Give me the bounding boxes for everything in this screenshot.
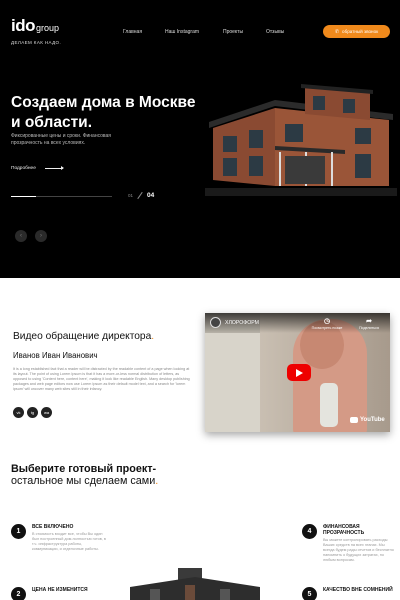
vk-icon[interactable]: vk [13, 407, 24, 418]
logo-main: ido [11, 16, 36, 35]
director-title: Видео обращение директора. [13, 331, 154, 342]
share-button[interactable]: ➦ Поделиться [349, 317, 389, 330]
whatsapp-icon[interactable]: wa [41, 407, 52, 418]
chevron-right-icon[interactable]: › [35, 230, 47, 242]
callback-label: обратный звонок [342, 29, 379, 34]
feature-title: КАЧЕСТВО ВНЕ СОМНЕНИЙ [323, 587, 393, 593]
slide-current: 01 [128, 193, 134, 198]
play-button[interactable] [287, 364, 311, 381]
nav-item-home[interactable]: Главная [123, 29, 142, 35]
director-title-dot: . [151, 331, 155, 342]
director-name: Иванов Иван Иванович [13, 351, 98, 360]
clock-icon: ◷ [323, 318, 331, 325]
logo-tagline: ДЕЛАЕМ КАК НАДО. [11, 40, 62, 45]
more-label: Подробнее [11, 166, 36, 171]
projects-subtitle-text: остальное мы сделаем сами [11, 475, 156, 487]
hero-title: Создаем дома в Москве и области. [11, 94, 196, 131]
feature-title: ВСЕ ВКЛЮЧЕНО [32, 524, 74, 530]
feature-item: 2 ЦЕНА НЕ ИЗМЕНИТСЯ [11, 587, 106, 600]
hero-house-image [205, 84, 397, 196]
counter-divider [137, 191, 143, 200]
feature-number: 5 [302, 587, 317, 600]
slide-counter: 01 04 [128, 191, 155, 200]
nav-item-reviews[interactable]: Отзывы [266, 29, 284, 35]
share-label: Поделиться [359, 326, 379, 330]
youtube-label: YouTube [360, 417, 385, 423]
youtube-icon [350, 417, 358, 423]
arrow-right-icon [44, 166, 64, 170]
director-title-text: Видео обращение директора [13, 331, 152, 342]
feature-text: Вы можете контролировать расходы Ваших с… [323, 538, 394, 562]
projects-title: Выберите готовый проект- [11, 463, 157, 475]
slide-progress-bar [11, 196, 112, 197]
video-bottle [320, 383, 338, 427]
feature-item: 4 ФИНАНСОВАЯ ПРОЗРАЧНОСТЬ Вы можете конт… [302, 524, 394, 563]
logo[interactable]: idogroup ДЕЛАЕМ КАК НАДО. [11, 16, 62, 45]
more-link[interactable]: Подробнее [11, 166, 64, 171]
chevron-left-icon[interactable]: ‹ [15, 230, 27, 242]
watch-later-button[interactable]: ◷ Посмотреть позже [307, 317, 347, 330]
feature-number: 1 [11, 524, 26, 539]
feature-title: ФИНАНСОВАЯ ПРОЗРАЧНОСТЬ [323, 524, 365, 536]
projects-subtitle: остальное мы сделаем сами. [11, 475, 158, 488]
feature-item: 5 КАЧЕСТВО ВНЕ СОМНЕНИЙ [302, 587, 394, 600]
project-house-image [130, 568, 260, 600]
projects-subtitle-dot: . [155, 475, 159, 487]
director-text: It is a long established fact that a rea… [13, 367, 190, 391]
feature-item: 1 ВСЕ ВКЛЮЧЕНО В стоимость входит все, ч… [11, 524, 106, 552]
callback-button[interactable]: ✆ обратный звонок [323, 25, 390, 38]
channel-name[interactable]: ХЛОРОФОРМ [225, 320, 259, 326]
nav-item-projects[interactable]: Проекты [223, 29, 243, 35]
youtube-logo[interactable]: YouTube [350, 417, 385, 423]
watch-later-label: Посмотреть позже [311, 326, 343, 330]
feature-number: 4 [302, 524, 317, 539]
social-links: vk tg wa [13, 407, 52, 418]
hero-section: idogroup ДЕЛАЕМ КАК НАДО. Главная Наш In… [0, 0, 400, 278]
slide-total: 04 [147, 192, 155, 199]
feature-number: 2 [11, 587, 26, 600]
phone-icon: ✆ [334, 28, 340, 35]
hero-description: Фиксированные цены и сроки. Финансовая п… [11, 133, 112, 146]
share-icon: ➦ [366, 318, 372, 325]
slide-progress-fill [11, 196, 37, 197]
logo-suffix: group [36, 23, 60, 33]
channel-avatar[interactable] [210, 317, 221, 328]
feature-text: В стоимость входит все, чтобы Вы один бы… [32, 532, 106, 551]
feature-title: ЦЕНА НЕ ИЗМЕНИТСЯ [32, 587, 88, 593]
telegram-icon[interactable]: tg [27, 407, 38, 418]
nav-item-instagram[interactable]: Наш Instagram [165, 29, 199, 35]
director-video[interactable]: ХЛОРОФОРМ ◷ Посмотреть позже ➦ Поделиться … [205, 313, 390, 432]
